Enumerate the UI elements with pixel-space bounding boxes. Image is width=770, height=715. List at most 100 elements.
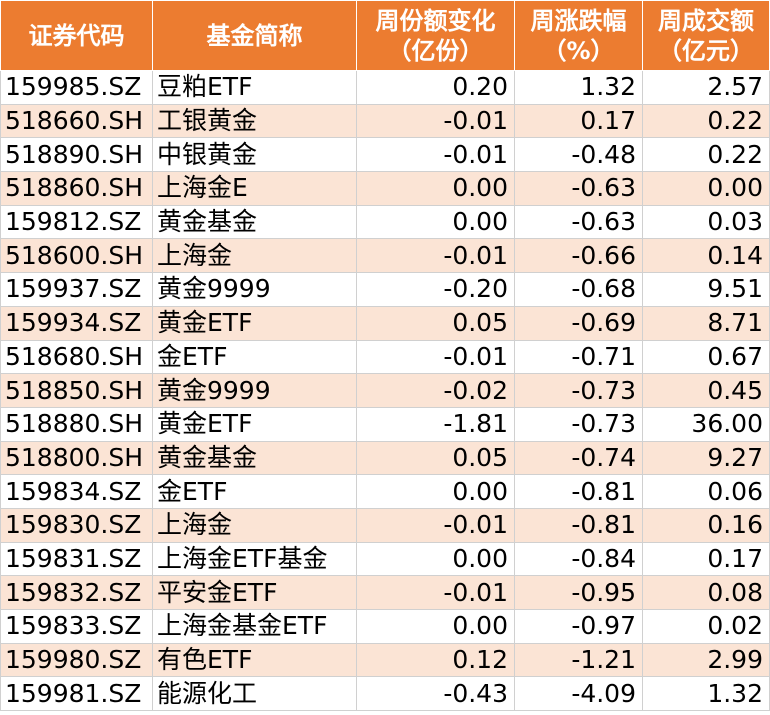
cell-fund-name: 上海金基金ETF [152,609,357,644]
cell-fund-name: 上海金 [152,238,357,274]
cell-weekly-volume: 0.03 [642,204,770,240]
header-line: 周涨跌幅 [530,6,627,35]
cell-fund-name: 有色ETF [152,642,357,678]
cell-weekly-volume: 0.22 [642,103,770,139]
header-row: 证券代码 基金简称 周份额变化 （亿份） 周涨跌幅 （%） 周成交额 （亿元） [0,0,770,71]
cell-share-change: -0.01 [356,103,515,139]
cell-security-code: 159833.SZ [0,609,153,644]
cell-fund-name: 金ETF [152,339,357,375]
cell-fund-name: 豆粕ETF [152,70,357,105]
table-row: 518680.SH 金ETF -0.01 -0.71 0.67 [0,339,770,375]
cell-weekly-volume: 0.08 [642,575,770,610]
cell-fund-name: 工银黄金 [152,103,357,139]
cell-share-change: 0.00 [356,204,515,240]
cell-fund-name: 黄金ETF [152,305,357,341]
cell-share-change: -0.20 [356,272,515,307]
cell-weekly-change: -0.81 [514,507,643,543]
cell-fund-name: 黄金基金 [152,204,357,240]
cell-weekly-change: -0.63 [514,204,643,240]
cell-share-change: 0.20 [356,70,515,105]
cell-weekly-volume: 9.51 [642,272,770,307]
cell-fund-name: 黄金基金 [152,440,357,476]
cell-security-code: 518880.SH [0,406,153,442]
cell-fund-name: 上海金E [152,171,357,206]
cell-security-code: 518680.SH [0,339,153,375]
cell-weekly-change: 0.17 [514,103,643,139]
cell-weekly-change: -1.21 [514,642,643,678]
cell-weekly-change: -0.48 [514,137,643,173]
cell-fund-name: 黄金9999 [152,373,357,408]
cell-share-change: 0.00 [356,474,515,509]
header-line: 周份额变化 [375,6,496,35]
header-fund-name: 基金简称 [152,0,357,71]
cell-security-code: 518850.SH [0,373,153,408]
cell-share-change: 0.05 [356,440,515,476]
cell-weekly-change: -0.73 [514,373,643,408]
cell-weekly-change: -0.74 [514,440,643,476]
cell-weekly-volume: 9.27 [642,440,770,476]
cell-fund-name: 能源化工 [152,676,357,712]
cell-share-change: -0.01 [356,339,515,375]
cell-weekly-volume: 2.57 [642,70,770,105]
cell-share-change: -0.43 [356,676,515,712]
cell-security-code: 159934.SZ [0,305,153,341]
cell-security-code: 159985.SZ [0,70,153,105]
cell-security-code: 159832.SZ [0,575,153,610]
table-row: 518880.SH 黄金ETF -1.81 -0.73 36.00 [0,406,770,442]
cell-share-change: -0.02 [356,373,515,408]
cell-weekly-volume: 36.00 [642,406,770,442]
cell-weekly-volume: 0.16 [642,507,770,543]
cell-fund-name: 黄金9999 [152,272,357,307]
header-weekly-volume: 周成交额 （亿元） [642,0,770,71]
cell-share-change: -0.01 [356,238,515,274]
cell-weekly-change: -0.69 [514,305,643,341]
table-row: 159812.SZ 黄金基金 0.00 -0.63 0.03 [0,204,770,240]
cell-fund-name: 上海金 [152,507,357,543]
cell-weekly-change: -0.68 [514,272,643,307]
cell-share-change: 0.00 [356,609,515,644]
cell-weekly-volume: 1.32 [642,676,770,712]
cell-weekly-change: 1.32 [514,70,643,105]
cell-weekly-change: -0.63 [514,171,643,206]
cell-weekly-volume: 2.99 [642,642,770,678]
header-line-unit: （%） [542,36,615,65]
header-line-unit: （亿份） [387,36,484,65]
cell-weekly-volume: 0.17 [642,541,770,577]
cell-weekly-change: -0.71 [514,339,643,375]
cell-weekly-change: -0.84 [514,541,643,577]
cell-weekly-change: -0.97 [514,609,643,644]
table-header: 证券代码 基金简称 周份额变化 （亿份） 周涨跌幅 （%） 周成交额 （亿元） [0,0,770,71]
table-row: 159832.SZ 平安金ETF -0.01 -0.95 0.08 [0,575,770,610]
cell-weekly-change: -0.95 [514,575,643,610]
header-share-change: 周份额变化 （亿份） [356,0,515,71]
cell-weekly-volume: 8.71 [642,305,770,341]
header-line: 基金简称 [206,21,303,50]
table-row: 159834.SZ 金ETF 0.00 -0.81 0.06 [0,474,770,509]
cell-security-code: 518800.SH [0,440,153,476]
cell-share-change: 0.00 [356,541,515,577]
cell-security-code: 159830.SZ [0,507,153,543]
table-row: 518660.SH 工银黄金 -0.01 0.17 0.22 [0,103,770,139]
header-weekly-change: 周涨跌幅 （%） [514,0,643,71]
cell-share-change: -0.01 [356,575,515,610]
table-row: 518860.SH 上海金E 0.00 -0.63 0.00 [0,171,770,206]
table-body: 159985.SZ 豆粕ETF 0.20 1.32 2.57 518660.SH 工银黄金 -… [0,70,770,712]
table-row: 159937.SZ 黄金9999 -0.20 -0.68 9.51 [0,272,770,307]
cell-security-code: 159834.SZ [0,474,153,509]
cell-fund-name: 金ETF [152,474,357,509]
cell-fund-name: 黄金ETF [152,406,357,442]
cell-weekly-change: -0.73 [514,406,643,442]
cell-fund-name: 上海金ETF基金 [152,541,357,577]
header-security-code: 证券代码 [0,0,153,71]
table-row: 159831.SZ 上海金ETF基金 0.00 -0.84 0.17 [0,541,770,577]
cell-share-change: 0.05 [356,305,515,341]
cell-weekly-volume: 0.14 [642,238,770,274]
table-row: 159980.SZ 有色ETF 0.12 -1.21 2.99 [0,642,770,678]
cell-security-code: 518860.SH [0,171,153,206]
cell-share-change: -1.81 [356,406,515,442]
cell-weekly-volume: 0.00 [642,171,770,206]
cell-fund-name: 中银黄金 [152,137,357,173]
table-row: 159830.SZ 上海金 -0.01 -0.81 0.16 [0,507,770,543]
cell-security-code: 518660.SH [0,103,153,139]
cell-weekly-volume: 0.06 [642,474,770,509]
